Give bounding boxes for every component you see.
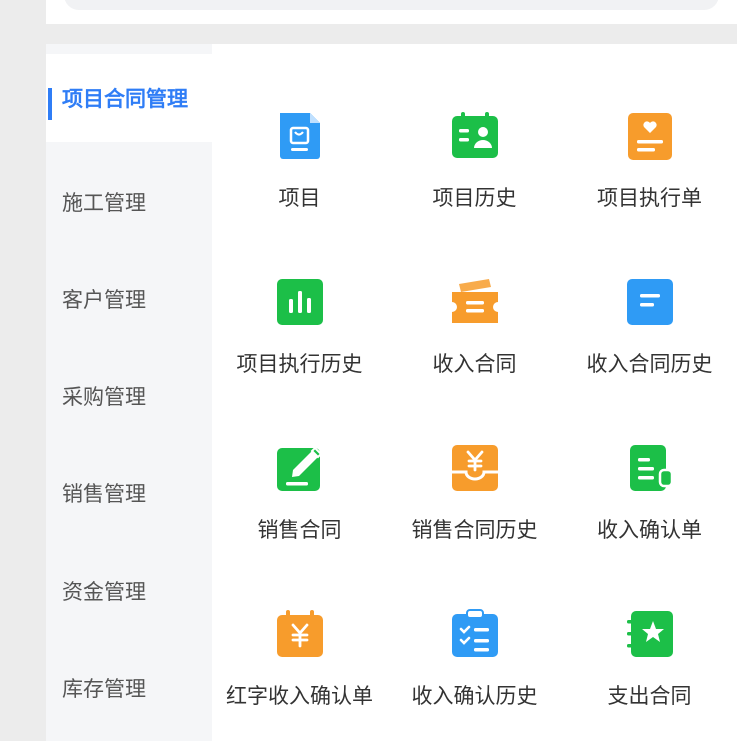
sidebar-item-label: 库存管理 bbox=[62, 677, 146, 701]
grid-item-label: 项目历史 bbox=[432, 186, 517, 210]
receipt-icon bbox=[630, 445, 674, 491]
grid-item-label: 项目执行历史 bbox=[236, 352, 363, 376]
grid-item-sales-contract[interactable]: 销售合同 bbox=[212, 420, 387, 550]
grid-item-label: 收入合同历史 bbox=[586, 352, 713, 376]
grid-item-label: 销售合同历史 bbox=[411, 518, 538, 542]
sidebar-item-funds[interactable]: 资金管理 bbox=[46, 547, 212, 635]
sidebar-item-inventory[interactable]: 库存管理 bbox=[46, 644, 212, 732]
sidebar-item-label: 项目合同管理 bbox=[62, 87, 188, 111]
grid-item-income-confirmation-history[interactable]: 收入确认历史 bbox=[387, 586, 562, 716]
grid-item-project-history[interactable]: 项目历史 bbox=[387, 88, 562, 218]
bar-chart-icon bbox=[277, 279, 323, 325]
grid-item-label: 项目执行单 bbox=[597, 186, 702, 210]
sidebar-item-sales[interactable]: 销售管理 bbox=[46, 449, 212, 537]
search-bar[interactable] bbox=[64, 0, 719, 10]
grid-item-income-contract-history[interactable]: 收入合同历史 bbox=[562, 254, 737, 384]
calendar-person-icon bbox=[452, 112, 498, 158]
sidebar-item-label: 资金管理 bbox=[62, 580, 146, 604]
sidebar-item-purchase[interactable]: 采购管理 bbox=[46, 352, 212, 440]
grid-item-project[interactable]: 项目 bbox=[212, 88, 387, 218]
grid-item-label: 收入确认单 bbox=[597, 518, 702, 542]
document-bag-icon bbox=[280, 113, 320, 159]
top-bar bbox=[46, 0, 737, 24]
clipboard-checklist-icon bbox=[452, 609, 498, 657]
grid-item-income-confirmation[interactable]: 收入确认单 bbox=[562, 420, 737, 550]
grid-item-expense-contract[interactable]: 支出合同 bbox=[562, 586, 737, 716]
heart-list-icon bbox=[628, 113, 672, 160]
function-grid: 项目 项目历史 项目执行单 项目执行历史 收入合同 收入合同历史 销售合同 销售… bbox=[212, 44, 737, 741]
sidebar-item-label: 采购管理 bbox=[62, 385, 146, 409]
sidebar-item-construction[interactable]: 施工管理 bbox=[46, 158, 212, 246]
grid-item-red-income-confirmation[interactable]: 红字收入确认单 bbox=[212, 586, 387, 716]
grid-item-execution-history[interactable]: 项目执行历史 bbox=[212, 254, 387, 384]
yen-calendar-icon bbox=[277, 610, 323, 657]
star-book-icon bbox=[627, 611, 673, 657]
sidebar-item-customer[interactable]: 客户管理 bbox=[46, 255, 212, 343]
grid-item-label: 收入合同 bbox=[432, 352, 517, 376]
grid-item-label: 收入确认历史 bbox=[411, 684, 538, 708]
grid-item-project-execution[interactable]: 项目执行单 bbox=[562, 88, 737, 218]
category-sidebar: 项目合同管理 施工管理 客户管理 采购管理 销售管理 资金管理 库存管理 bbox=[46, 44, 212, 741]
yen-tray-icon bbox=[452, 445, 498, 491]
grid-item-sales-contract-history[interactable]: 销售合同历史 bbox=[387, 420, 562, 550]
edit-pen-icon bbox=[277, 446, 323, 491]
grid-item-label: 红字收入确认单 bbox=[226, 684, 373, 708]
active-indicator bbox=[48, 88, 52, 120]
grid-item-label: 支出合同 bbox=[607, 684, 692, 708]
sidebar-item-label: 销售管理 bbox=[62, 482, 146, 506]
grid-item-label: 项目 bbox=[278, 186, 321, 210]
document-lines-icon bbox=[627, 279, 673, 325]
sidebar-item-project-contract[interactable]: 项目合同管理 bbox=[46, 54, 212, 142]
ticket-icon bbox=[452, 279, 498, 323]
sidebar-item-label: 施工管理 bbox=[62, 191, 146, 215]
grid-item-label: 销售合同 bbox=[257, 518, 342, 542]
grid-item-income-contract[interactable]: 收入合同 bbox=[387, 254, 562, 384]
sidebar-item-label: 客户管理 bbox=[62, 288, 146, 312]
